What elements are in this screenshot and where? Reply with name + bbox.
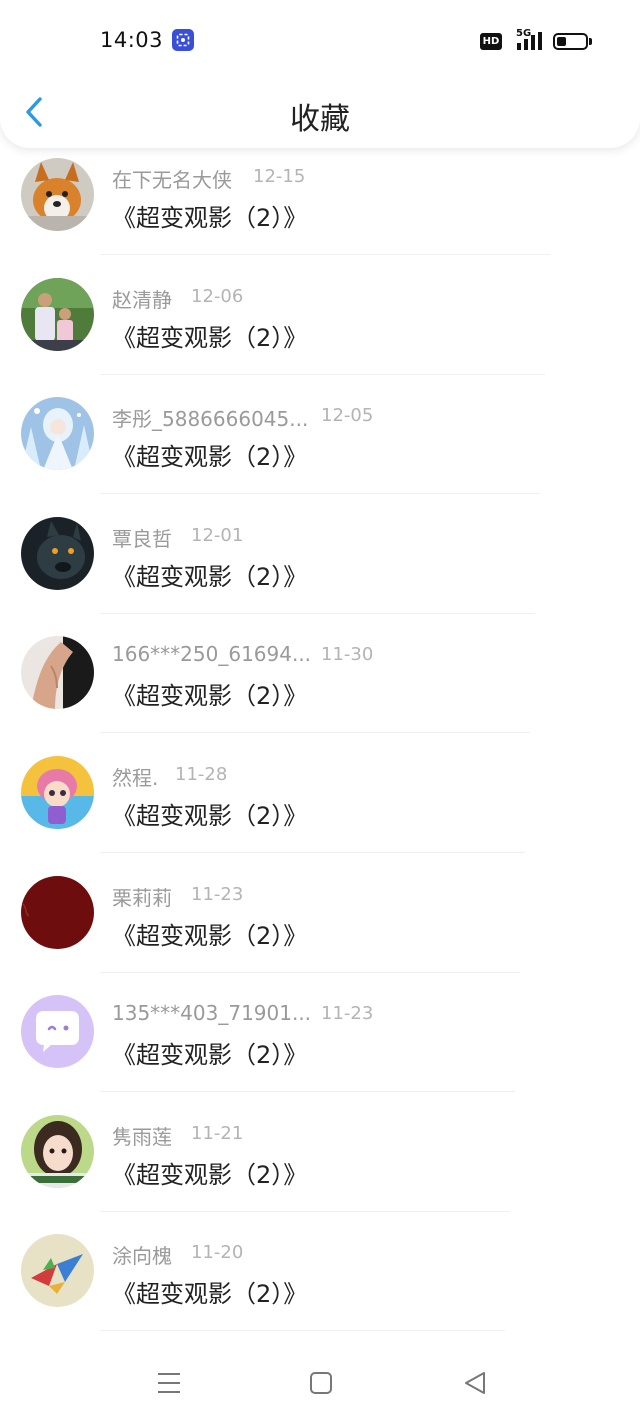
menu-button[interactable] [154,1368,184,1398]
header-card: 14:03 HD 5G 收藏 [0,0,640,148]
list-item[interactable]: 涂向槐 11-20 《超变观影（2）》 [0,1226,640,1346]
battery-icon [553,33,588,50]
item-date: 12-05 [321,405,374,427]
home-square-icon [310,1372,332,1394]
list-item[interactable]: 李彤_5886666045... 12-05 《超变观影（2）》 [0,389,640,509]
divider [100,1330,505,1332]
item-date: 11-23 [321,1003,374,1025]
list-item[interactable]: 135***403_71901... 11-23 《超变观影（2）》 [0,987,640,1107]
item-date: 11-28 [175,763,228,785]
divider [100,612,535,614]
divider [100,851,525,853]
item-title: 《超变观影（2）》 [112,1041,308,1070]
list-item[interactable]: 在下无名大侠 12-15 《超变观影（2）》 [0,150,640,270]
item-date: 11-30 [321,644,374,666]
item-name: 赵清静 [112,287,172,312]
list-item[interactable]: 覃良哲 12-01 《超变观影（2）》 [0,509,640,629]
screen: 14:03 HD 5G 收藏 在下无名大侠 12-15 《超变观影（2）》 赵清… [0,0,640,1422]
item-title: 《超变观影（2）》 [112,443,308,472]
item-name: 166***250_61694... [112,642,312,667]
list-item[interactable]: 赵清静 12-06 《超变观影（2）》 [0,270,640,390]
divider [100,971,520,973]
item-name: 135***403_71901... [112,1001,312,1026]
divider [100,732,530,734]
item-title: 《超变观影（2）》 [112,1280,308,1309]
status-time: 14:03 [100,28,164,52]
hd-badge: HD [480,33,502,50]
item-name: 覃良哲 [112,526,172,551]
item-title: 《超变观影（2）》 [112,323,308,352]
list-item[interactable]: 166***250_61694... 11-30 《超变观影（2）》 [0,628,640,748]
item-date: 12-15 [253,166,306,187]
divider [100,493,540,495]
status-bar: 14:03 HD 5G [0,0,640,80]
battery-fill [557,37,566,46]
item-date: 12-01 [191,524,244,546]
item-name: 然程. [112,765,159,790]
item-date: 11-23 [191,883,244,905]
item-name: 栗莉莉 [112,885,172,910]
divider [100,1210,510,1212]
divider [100,1091,515,1093]
dark-wolf-avatar[interactable] [21,516,94,590]
menu-icon [158,1373,180,1393]
item-name: 李彤_5886666045... [112,407,309,432]
girl-portrait-avatar[interactable] [21,1114,94,1188]
signal-icon [517,32,545,54]
item-title: 《超变观影（2）》 [112,204,308,232]
system-nav-bar [0,1346,640,1422]
divider [100,254,550,255]
title-bar: 收藏 [0,80,640,148]
screen-share-icon [172,29,194,51]
item-title: 《超变观影（2）》 [112,562,308,591]
item-title: 《超变观影（2）》 [112,921,308,950]
item-name: 在下无名大侠 [112,168,232,192]
item-title: 《超变观影（2）》 [112,801,308,830]
item-date: 11-20 [191,1242,244,1264]
system-back-button[interactable] [460,1368,490,1398]
item-name: 涂向槐 [112,1244,172,1269]
item-date: 11-21 [191,1122,244,1144]
divider [100,373,545,375]
list-item[interactable]: 隽雨莲 11-21 《超变观影（2）》 [0,1107,640,1227]
item-date: 12-06 [191,285,244,307]
family-photo-avatar[interactable] [21,277,94,351]
item-name: 隽雨莲 [112,1124,172,1149]
back-triangle-icon [465,1372,485,1394]
page-title: 收藏 [290,102,350,137]
list-item[interactable]: 栗莉莉 11-23 《超变观影（2）》 [0,868,640,988]
list-item[interactable]: 然程. 11-28 《超变观影（2）》 [0,748,640,868]
battery-tip [589,38,592,45]
favorites-list: 在下无名大侠 12-15 《超变观影（2）》 赵清静 12-06 《超变观影（2… [0,150,640,1346]
chat-bubble-avatar[interactable] [21,995,94,1069]
arm-photo-avatar[interactable] [21,636,94,710]
item-title: 《超变观影（2）》 [112,1160,308,1189]
corgi-dog-avatar[interactable] [21,158,94,231]
anime-ice-girl-avatar[interactable] [21,397,94,471]
home-button[interactable] [306,1368,336,1398]
dark-red-avatar[interactable] [21,875,94,949]
cartoon-girl-avatar[interactable] [21,755,94,829]
paper-crane-avatar[interactable] [21,1234,94,1308]
item-title: 《超变观影（2）》 [112,682,308,711]
